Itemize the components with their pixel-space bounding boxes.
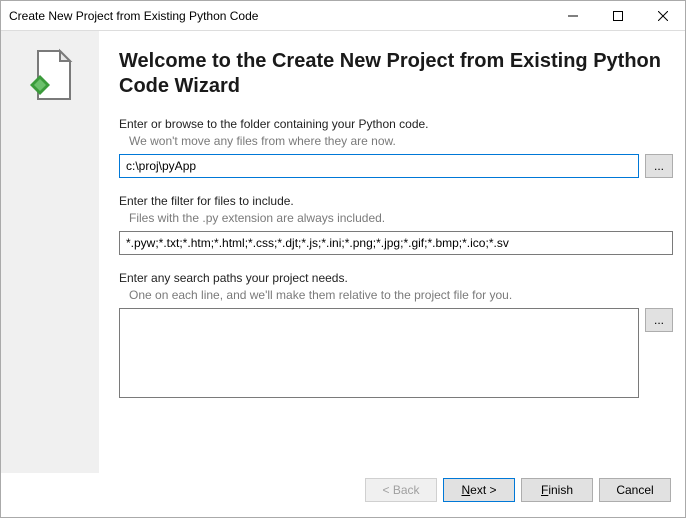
close-button[interactable] (640, 1, 685, 30)
filter-input[interactable] (119, 231, 673, 255)
next-button[interactable]: Next > (443, 478, 515, 502)
maximize-button[interactable] (595, 1, 640, 30)
wizard-sidebar (1, 31, 99, 473)
paths-input-row: ... (119, 308, 673, 398)
minimize-button[interactable] (550, 1, 595, 30)
folder-input-row: ... (119, 154, 673, 178)
filter-hint: Files with the .py extension are always … (129, 211, 673, 225)
browse-path-button[interactable]: ... (645, 308, 673, 332)
wizard-content: Welcome to the Create New Project from E… (99, 31, 685, 473)
filter-input-row (119, 231, 673, 255)
folder-input[interactable] (119, 154, 639, 178)
wizard-button-bar: < Back Next > Finish Cancel (1, 473, 685, 517)
browse-folder-button[interactable]: ... (645, 154, 673, 178)
search-paths-textarea[interactable] (119, 308, 639, 398)
filter-label: Enter the filter for files to include. (119, 194, 673, 208)
window-controls (550, 1, 685, 30)
folder-label: Enter or browse to the folder containing… (119, 117, 673, 131)
back-button: < Back (365, 478, 437, 502)
page-title: Welcome to the Create New Project from E… (119, 49, 673, 99)
python-project-icon (22, 47, 78, 106)
paths-hint: One on each line, and we'll make them re… (129, 288, 673, 302)
cancel-button[interactable]: Cancel (599, 478, 671, 502)
titlebar: Create New Project from Existing Python … (1, 1, 685, 31)
finish-button[interactable]: Finish (521, 478, 593, 502)
window-title: Create New Project from Existing Python … (9, 9, 550, 23)
folder-hint: We won't move any files from where they … (129, 134, 673, 148)
wizard-body: Welcome to the Create New Project from E… (1, 31, 685, 473)
paths-label: Enter any search paths your project need… (119, 271, 673, 285)
